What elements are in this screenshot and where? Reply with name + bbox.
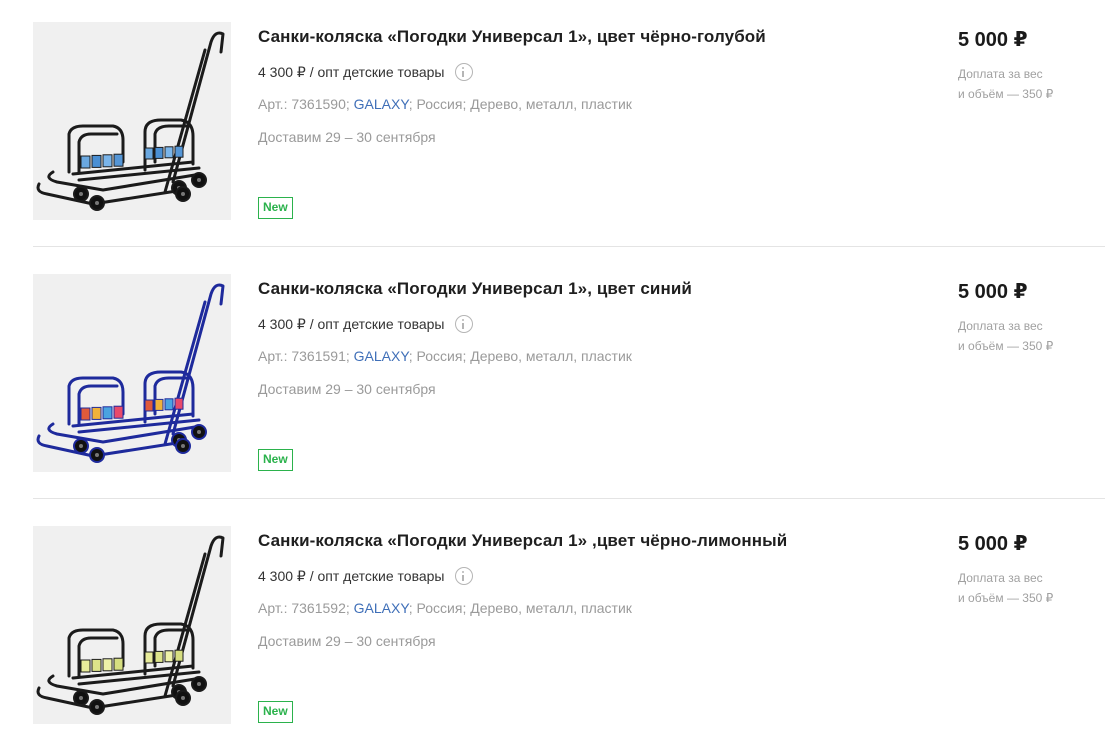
product-origin-materials: ; Россия; Дерево, металл, пластик <box>408 96 632 112</box>
sled-stroller-illustration <box>36 535 225 715</box>
product-origin-materials: ; Россия; Дерево, металл, пластик <box>408 600 632 616</box>
product-image[interactable] <box>33 22 231 220</box>
brand-link[interactable]: GALAXY <box>354 600 409 616</box>
product-origin-materials: ; Россия; Дерево, металл, пластик <box>408 348 632 364</box>
surcharge-line-2: и объём — 350 ₽ <box>958 87 1054 101</box>
info-icon[interactable] <box>454 63 473 81</box>
new-badge: New <box>258 449 293 471</box>
surcharge-note: Доплата за вес и объём — 350 ₽ <box>958 316 1078 356</box>
new-badge: New <box>258 701 293 723</box>
surcharge-line-2: и объём — 350 ₽ <box>958 339 1054 353</box>
wholesale-price-text: 4 300 ₽ / опт детские товары <box>258 315 445 332</box>
wholesale-price: 4 300 ₽ / опт детские товары <box>258 315 473 333</box>
sled-stroller-illustration <box>36 283 225 463</box>
product-meta: Арт.: 7361592; GALAXY; Россия; Дерево, м… <box>258 600 632 616</box>
product-title[interactable]: Санки-коляска «Погодки Универсал 1», цве… <box>258 279 692 299</box>
wholesale-price-text: 4 300 ₽ / опт детские товары <box>258 567 445 584</box>
surcharge-line-1: Доплата за вес <box>958 571 1043 585</box>
product-image[interactable] <box>33 526 231 724</box>
brand-link[interactable]: GALAXY <box>354 348 409 364</box>
product-card: Санки-коляска «Погодки Универсал 1», цве… <box>33 274 1105 474</box>
surcharge-line-1: Доплата за вес <box>958 67 1043 81</box>
product-card: Санки-коляска «Погодки Универсал 1» ,цве… <box>33 526 1105 726</box>
product-card: Санки-коляска «Погодки Универсал 1», цве… <box>33 22 1105 222</box>
delivery-date: Доставим 29 – 30 сентября <box>258 633 436 649</box>
info-icon[interactable] <box>454 315 473 333</box>
product-price: 5 000 ₽ <box>958 281 1028 303</box>
wholesale-price: 4 300 ₽ / опт детские товары <box>258 63 473 81</box>
surcharge-note: Доплата за вес и объём — 350 ₽ <box>958 64 1078 104</box>
product-title[interactable]: Санки-коляска «Погодки Универсал 1» ,цве… <box>258 531 787 551</box>
article-number: Арт.: 7361590; <box>258 96 350 112</box>
product-meta: Арт.: 7361590; GALAXY; Россия; Дерево, м… <box>258 96 632 112</box>
article-number: Арт.: 7361592; <box>258 600 350 616</box>
divider <box>33 498 1105 499</box>
product-price: 5 000 ₽ <box>958 533 1028 555</box>
wholesale-price: 4 300 ₽ / опт детские товары <box>258 567 473 585</box>
divider <box>33 246 1105 247</box>
info-icon[interactable] <box>454 567 473 585</box>
product-price: 5 000 ₽ <box>958 29 1028 51</box>
delivery-date: Доставим 29 – 30 сентября <box>258 129 436 145</box>
new-badge: New <box>258 197 293 219</box>
brand-link[interactable]: GALAXY <box>354 96 409 112</box>
sled-stroller-illustration <box>36 31 225 211</box>
delivery-date: Доставим 29 – 30 сентября <box>258 381 436 397</box>
product-image[interactable] <box>33 274 231 472</box>
product-meta: Арт.: 7361591; GALAXY; Россия; Дерево, м… <box>258 348 632 364</box>
surcharge-line-2: и объём — 350 ₽ <box>958 591 1054 605</box>
surcharge-note: Доплата за вес и объём — 350 ₽ <box>958 568 1078 608</box>
surcharge-line-1: Доплата за вес <box>958 319 1043 333</box>
product-title[interactable]: Санки-коляска «Погодки Универсал 1», цве… <box>258 27 766 47</box>
article-number: Арт.: 7361591; <box>258 348 350 364</box>
product-list: Санки-коляска «Погодки Универсал 1», цве… <box>0 0 1105 744</box>
wholesale-price-text: 4 300 ₽ / опт детские товары <box>258 63 445 80</box>
